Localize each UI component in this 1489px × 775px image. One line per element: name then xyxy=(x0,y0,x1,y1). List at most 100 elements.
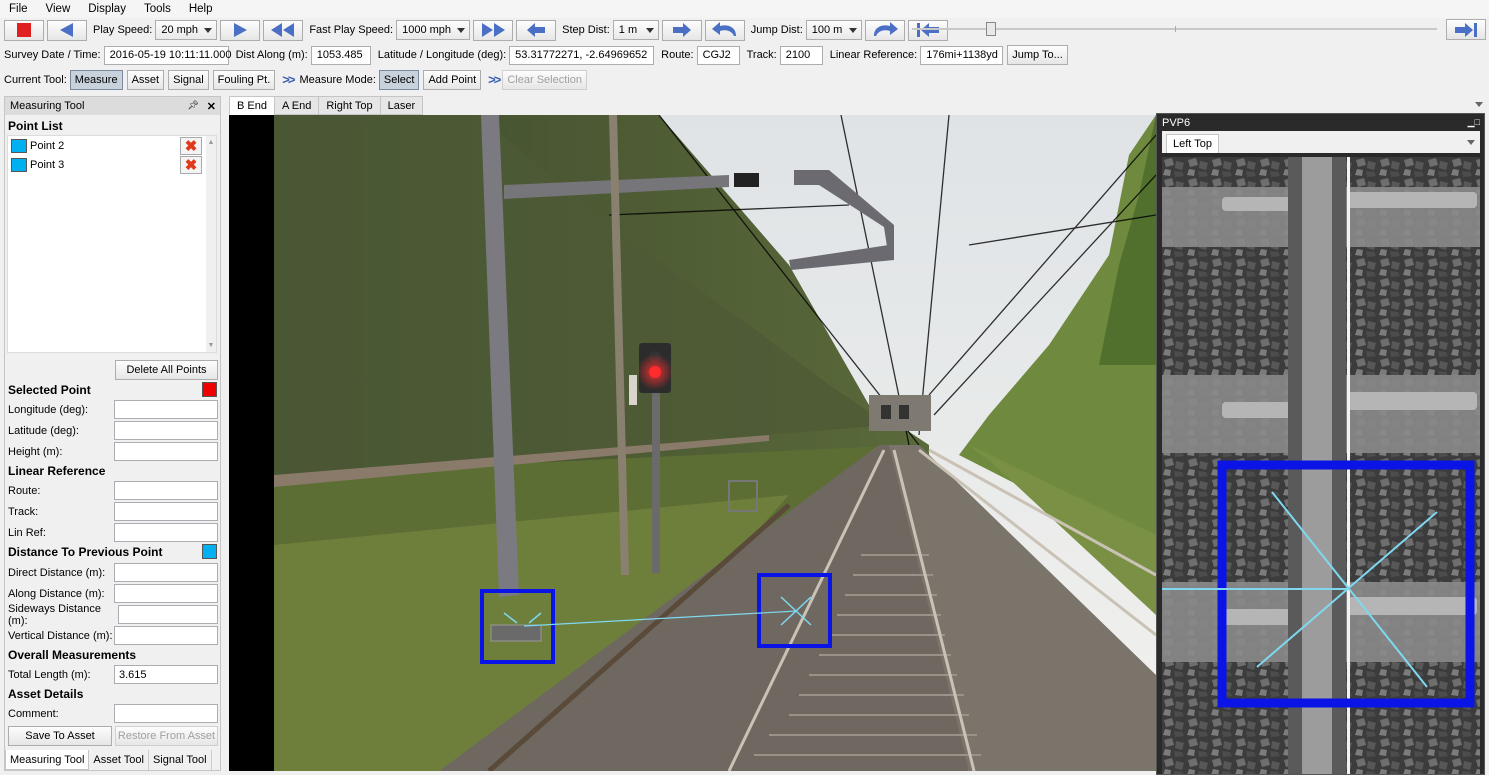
track-field[interactable] xyxy=(114,502,218,521)
menu-view[interactable]: View xyxy=(37,3,80,15)
track-field[interactable]: 2100 xyxy=(779,45,823,65)
along-distance-label: Along Distance (m): xyxy=(8,587,105,600)
comment-label: Comment: xyxy=(8,707,59,720)
maximize-icon[interactable]: ▁□ xyxy=(1468,117,1480,128)
chevron-right-icon: >> xyxy=(282,72,295,87)
playback-toolbar: Play Speed: 20 mph Fast Play Speed: 1000… xyxy=(0,19,1489,41)
sideways-distance-field[interactable] xyxy=(118,605,218,624)
close-icon[interactable]: ✕ xyxy=(207,100,216,113)
panel-title-bar: Measuring Tool 📌︎ ✕ xyxy=(5,97,220,115)
menu-display[interactable]: Display xyxy=(79,3,135,15)
point-list[interactable]: Point 2 ✖ Point 3 ✖ ▲ ▼ xyxy=(7,135,217,353)
route-field[interactable] xyxy=(114,481,218,500)
measure-tool-button[interactable]: Measure xyxy=(69,69,123,90)
asset-details-heading: Asset Details xyxy=(8,687,84,701)
dropdown-arrow-icon[interactable] xyxy=(1474,100,1484,108)
vertical-distance-field[interactable] xyxy=(114,626,218,645)
dropdown-arrow-icon[interactable] xyxy=(1466,138,1476,146)
pvp-tab-bar: Left Top xyxy=(1162,131,1480,153)
menu-file[interactable]: File xyxy=(0,3,37,15)
tab-measuring-tool[interactable]: Measuring Tool xyxy=(5,750,90,770)
delete-point-button[interactable]: ✖ xyxy=(180,155,202,174)
fast-forward-icon xyxy=(482,23,506,37)
route-field[interactable]: CGJ2 xyxy=(696,45,740,65)
step-dist-select[interactable]: 1 m xyxy=(612,20,659,40)
tab-left-top[interactable]: Left Top xyxy=(1166,134,1219,153)
camera-view[interactable] xyxy=(229,115,1156,771)
pin-icon[interactable]: 📌︎ xyxy=(187,100,198,113)
survey-field[interactable]: 2016-05-19 10:11:11.000 xyxy=(103,45,232,65)
dist-along-field[interactable]: 1053.485 xyxy=(310,45,371,65)
lin-ref-field[interactable] xyxy=(114,523,218,542)
track-closeup-image[interactable] xyxy=(1162,157,1480,774)
delete-point-button[interactable]: ✖ xyxy=(180,136,202,155)
select-mode-button[interactable]: Select xyxy=(378,69,420,90)
track-label: Track: xyxy=(8,505,39,518)
save-to-asset-button[interactable]: Save To Asset xyxy=(8,726,112,746)
fast-play-speed-select[interactable]: 1000 mph xyxy=(396,20,471,40)
position-slider-thumb[interactable] xyxy=(985,22,996,36)
along-distance-field[interactable] xyxy=(114,584,218,603)
list-item[interactable]: Point 3 ✖ xyxy=(8,155,216,174)
delete-all-points-button[interactable]: Delete All Points xyxy=(115,360,218,380)
selected-point-color[interactable] xyxy=(202,382,217,397)
tab-laser[interactable]: Laser xyxy=(379,96,424,115)
restore-from-asset-button[interactable]: Restore From Asset xyxy=(115,726,218,746)
selected-point-heading: Selected Point xyxy=(8,383,91,397)
tab-asset-tool[interactable]: Asset Tool xyxy=(89,750,149,770)
play-left-icon xyxy=(60,23,73,37)
play-forward-button[interactable] xyxy=(220,19,261,41)
vertical-distance-label: Vertical Distance (m): xyxy=(8,629,113,642)
jump-to-button[interactable]: Jump To... xyxy=(1007,45,1068,65)
fast-backward-button[interactable] xyxy=(263,19,304,41)
tab-b-end[interactable]: B End xyxy=(229,96,275,115)
route-row: Route: xyxy=(8,481,218,500)
curved-arrow-left-icon xyxy=(711,22,736,36)
menu-tools[interactable]: Tools xyxy=(135,3,180,15)
jump-dist-select[interactable]: 100 m xyxy=(805,20,862,40)
panel-title: Measuring Tool xyxy=(10,100,85,112)
track-row: Track: xyxy=(8,502,218,521)
comment-field[interactable] xyxy=(114,704,218,723)
sideways-distance-row: Sideways Distance (m): xyxy=(8,603,218,627)
latitude-field[interactable] xyxy=(114,421,218,440)
jump-backward-button[interactable] xyxy=(704,19,745,41)
list-item[interactable]: Point 2 ✖ xyxy=(8,136,216,155)
direct-distance-field[interactable] xyxy=(114,563,218,582)
menu-help[interactable]: Help xyxy=(180,3,222,15)
go-to-end-button[interactable] xyxy=(1446,19,1486,40)
scroll-down-icon[interactable]: ▼ xyxy=(206,342,216,349)
latitude-row: Latitude (deg): xyxy=(8,421,218,440)
stop-button[interactable] xyxy=(4,19,44,41)
fast-forward-button[interactable] xyxy=(473,19,514,41)
step-forward-button[interactable] xyxy=(661,19,702,41)
list-scrollbar[interactable]: ▲ ▼ xyxy=(206,136,216,352)
total-length-field[interactable]: 3.615 xyxy=(114,665,218,684)
play-backward-button[interactable] xyxy=(47,19,87,41)
overall-heading: Overall Measurements xyxy=(8,648,137,662)
linref-field[interactable]: 176mi+1138yd xyxy=(920,45,1004,65)
track-closeup-svg xyxy=(1162,157,1480,774)
railway-scene-image[interactable] xyxy=(229,115,1156,771)
tab-right-top[interactable]: Right Top xyxy=(318,96,381,115)
tab-a-end[interactable]: A End xyxy=(273,96,320,115)
latlon-field[interactable]: 53.31772271, -2.64969652 xyxy=(509,45,655,65)
tab-signal-tool[interactable]: Signal Tool xyxy=(149,750,212,770)
asset-tool-button[interactable]: Asset xyxy=(126,69,165,90)
play-speed-label: Play Speed: xyxy=(93,24,153,36)
go-to-start-button[interactable] xyxy=(907,19,948,41)
height-field[interactable] xyxy=(114,442,218,461)
jump-forward-button[interactable] xyxy=(864,19,905,41)
fouling-point-button[interactable]: Fouling Pt. xyxy=(212,69,276,90)
signal-tool-button[interactable]: Signal xyxy=(168,69,209,90)
play-speed-select[interactable]: 20 mph xyxy=(155,20,218,40)
longitude-field[interactable] xyxy=(114,400,218,419)
distance-color[interactable] xyxy=(202,544,217,559)
latlon-label: Latitude / Longitude (deg): xyxy=(377,49,507,61)
measuring-tool-panel: Measuring Tool 📌︎ ✕ Point List Point 2 ✖… xyxy=(4,96,221,771)
clear-selection-button[interactable]: Clear Selection xyxy=(502,69,587,90)
scroll-up-icon[interactable]: ▲ xyxy=(206,139,216,146)
add-point-button[interactable]: Add Point xyxy=(423,69,482,90)
tool-bar: Current Tool: Measure Asset Signal Fouli… xyxy=(0,69,1489,90)
step-backward-button[interactable] xyxy=(516,19,557,41)
